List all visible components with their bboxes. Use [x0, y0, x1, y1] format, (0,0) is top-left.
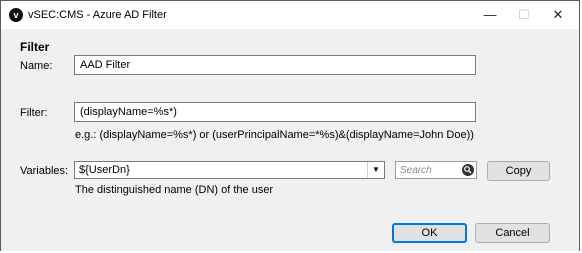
minimize-button[interactable]: — [473, 1, 507, 29]
variables-dropdown[interactable]: ${UserDn} ▼ [74, 161, 385, 179]
filter-field[interactable]: (displayName=%s*) [74, 102, 476, 122]
search-input[interactable] [398, 163, 462, 177]
variable-description: The distinguished name (DN) of the user [75, 184, 274, 196]
close-button[interactable]: ✕ [541, 1, 575, 29]
name-label: Name: [20, 60, 53, 72]
name-field[interactable]: AAD Filter [74, 55, 476, 75]
variables-selected-value: ${UserDn} [79, 164, 130, 176]
chevron-down-icon[interactable]: ▼ [367, 162, 384, 178]
ok-button[interactable]: OK [392, 223, 467, 243]
title-bar[interactable]: v vSEC:CMS - Azure AD Filter — ☐ ✕ [1, 1, 579, 29]
variables-label: Variables: [20, 165, 69, 177]
search-icon[interactable] [462, 164, 474, 176]
section-title: Filter [20, 40, 50, 54]
maximize-button[interactable]: ☐ [507, 1, 541, 29]
dialog-window: v vSEC:CMS - Azure AD Filter — ☐ ✕ Filte… [0, 0, 580, 251]
app-logo-icon: v [9, 8, 23, 22]
filter-example-hint: e.g.: (displayName=%s*) or (userPrincipa… [75, 129, 474, 141]
filter-label: Filter: [20, 107, 48, 119]
copy-button[interactable]: Copy [487, 161, 550, 181]
cancel-button[interactable]: Cancel [475, 223, 550, 243]
window-title: vSEC:CMS - Azure AD Filter [28, 9, 167, 21]
variables-search-box[interactable] [395, 161, 477, 179]
